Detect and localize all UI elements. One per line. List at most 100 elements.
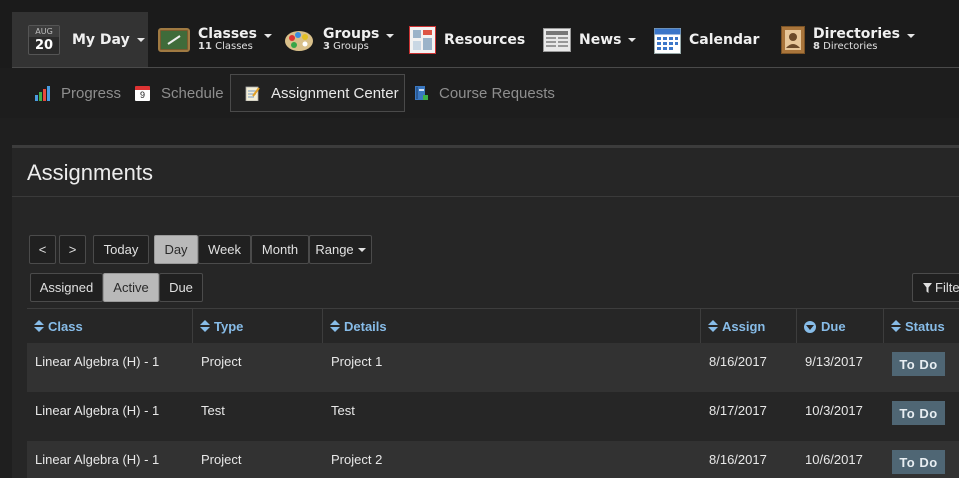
page-title: Assignments (27, 160, 153, 185)
book-icon (413, 85, 428, 101)
table-row[interactable]: Linear Algebra (H) - 1 Test Test 8/17/20… (27, 392, 959, 441)
resources-icon (409, 25, 436, 54)
nav-my-day-label: My Day (72, 31, 130, 48)
cell-type: Project (201, 354, 242, 369)
week-view-button[interactable]: Week (198, 235, 251, 264)
nav-directories[interactable]: Directories 8 Directories (781, 12, 915, 67)
next-button[interactable]: > (59, 235, 86, 264)
panel-title-divider (12, 196, 959, 197)
cell-details[interactable]: Test (331, 403, 355, 418)
cell-class[interactable]: Linear Algebra (H) - 1 (35, 354, 159, 369)
nav-classes-count-unit: Classes (215, 41, 253, 52)
table-header: Class Type Details Assign Due Status (27, 308, 959, 344)
subnav-progress[interactable]: Progress (35, 74, 121, 112)
cell-class[interactable]: Linear Algebra (H) - 1 (35, 403, 159, 418)
nav-groups-label: Groups (323, 26, 380, 42)
column-header-details-label: Details (344, 319, 387, 334)
date-badge-month: AUG (29, 25, 59, 37)
sort-descending-icon (804, 320, 816, 333)
date-badge-day: 20 (34, 37, 54, 53)
day-view-button[interactable]: Day (154, 235, 198, 264)
cell-assign: 8/17/2017 (709, 403, 767, 418)
nav-classes[interactable]: Classes 11 Classes (158, 12, 273, 67)
cell-details[interactable]: Project 1 (331, 354, 382, 369)
range-dropdown[interactable]: Range (309, 235, 372, 264)
nav-groups[interactable]: Groups 3 Groups (283, 12, 395, 67)
cell-due: 10/3/2017 (805, 403, 863, 418)
column-header-due[interactable]: Due (797, 309, 884, 344)
today-button[interactable]: Today (93, 235, 149, 264)
column-header-assign[interactable]: Assign (701, 309, 797, 344)
nav-classes-count: 11 Classes (198, 41, 257, 52)
column-header-class[interactable]: Class (27, 309, 193, 344)
table-row[interactable]: Linear Algebra (H) - 1 Project Project 2… (27, 441, 959, 478)
chevron-down-icon (136, 37, 145, 42)
column-header-assign-label: Assign (722, 319, 766, 334)
chalkboard-icon (158, 27, 190, 52)
sort-icon (891, 320, 901, 333)
cell-details[interactable]: Project 2 (331, 452, 382, 467)
sort-icon (200, 320, 210, 333)
nav-classes-label: Classes (198, 26, 258, 42)
chevron-down-icon (906, 33, 915, 38)
nav-groups-count-unit: Groups (333, 41, 369, 52)
status-badge[interactable]: To Do (892, 450, 945, 474)
column-header-status-label: Status (905, 319, 945, 334)
subnav-course-requests-label: Course Requests (439, 84, 555, 102)
chevron-down-icon (264, 33, 273, 38)
month-view-button[interactable]: Month (251, 235, 309, 264)
nav-resources[interactable]: Resources (409, 12, 525, 67)
filter-active-button[interactable]: Active (103, 273, 159, 302)
sub-nav: Progress 9 Schedule Assignment Center Co… (0, 68, 959, 118)
nav-directories-count-value: 8 (813, 41, 820, 52)
chevron-down-icon (357, 247, 366, 252)
filter-assigned-button[interactable]: Assigned (30, 273, 103, 302)
top-nav: AUG 20 My Day Classes 11 Classes Groups … (0, 0, 959, 68)
chevron-down-icon (386, 33, 395, 38)
calendar-day-icon-number: 9 (139, 89, 145, 100)
filter-due-button[interactable]: Due (159, 273, 203, 302)
calendar-day-icon: 9 (135, 85, 150, 101)
notepad-icon (245, 86, 260, 101)
nav-resources-label: Resources (444, 31, 526, 48)
nav-classes-count-value: 11 (198, 41, 212, 52)
nav-my-day[interactable]: AUG 20 My Day (12, 12, 148, 67)
nav-calendar[interactable]: Calendar (654, 12, 759, 67)
calendar-icon (654, 26, 681, 54)
cell-assign: 8/16/2017 (709, 452, 767, 467)
subnav-schedule[interactable]: 9 Schedule (135, 74, 224, 112)
table-row[interactable]: Linear Algebra (H) - 1 Project Project 1… (27, 343, 959, 392)
status-badge[interactable]: To Do (892, 352, 945, 376)
prev-button[interactable]: < (29, 235, 56, 264)
cell-due: 10/6/2017 (805, 452, 863, 467)
cell-due: 9/13/2017 (805, 354, 863, 369)
cell-assign: 8/16/2017 (709, 354, 767, 369)
nav-calendar-label: Calendar (689, 31, 760, 48)
column-header-details[interactable]: Details (323, 309, 701, 344)
subnav-course-requests[interactable]: Course Requests (413, 74, 555, 112)
nav-directories-label: Directories (813, 26, 900, 42)
directory-icon (781, 25, 805, 54)
subnav-assignment-center-label: Assignment Center (271, 84, 399, 102)
column-header-type[interactable]: Type (193, 309, 323, 344)
cell-class[interactable]: Linear Algebra (H) - 1 (35, 452, 159, 467)
nav-news-label: News (579, 31, 622, 48)
filter-button-label: Filte (935, 280, 959, 295)
nav-directories-count: 8 Directories (813, 41, 900, 52)
newspaper-icon (543, 27, 571, 52)
sort-icon (708, 320, 718, 333)
nav-directories-count-unit: Directories (823, 41, 878, 52)
bar-chart-icon (35, 85, 50, 101)
filter-button[interactable]: Filte (912, 273, 959, 302)
cell-type: Test (201, 403, 225, 418)
column-header-class-label: Class (48, 319, 83, 334)
nav-groups-count: 3 Groups (323, 41, 379, 52)
subnav-schedule-label: Schedule (161, 84, 224, 102)
subnav-progress-label: Progress (61, 84, 122, 102)
column-header-type-label: Type (214, 319, 244, 334)
cell-type: Project (201, 452, 242, 467)
subnav-assignment-center[interactable]: Assignment Center (230, 74, 405, 112)
status-badge[interactable]: To Do (892, 401, 945, 425)
nav-news[interactable]: News (543, 12, 637, 67)
column-header-status[interactable]: Status (884, 309, 959, 344)
